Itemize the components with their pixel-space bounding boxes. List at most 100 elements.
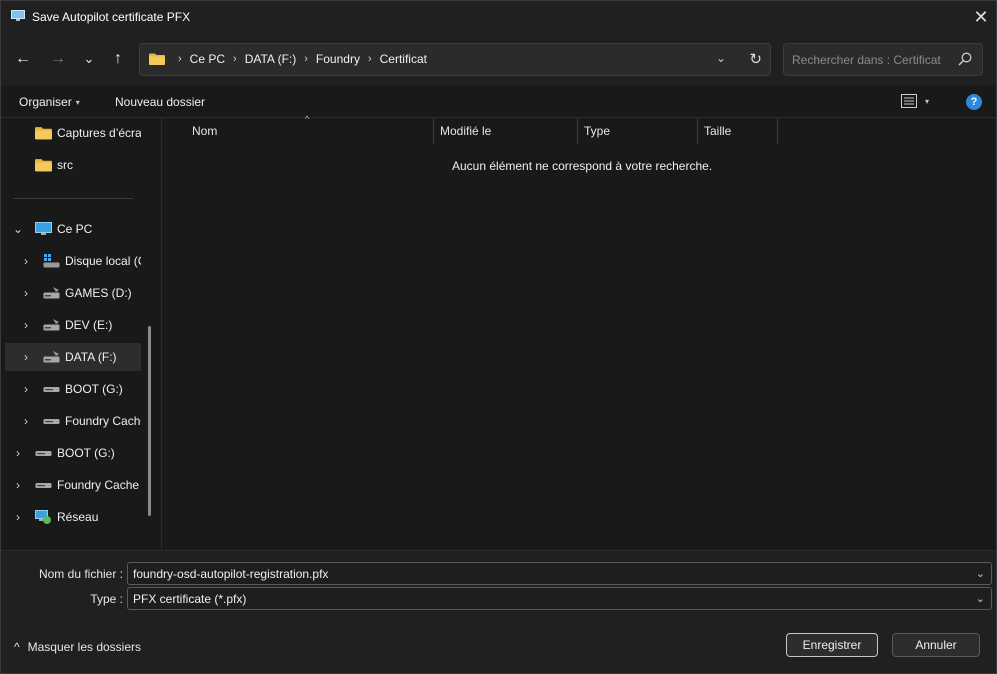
chevron-right-icon[interactable]: › [20,382,32,396]
column-header-name[interactable]: Nom [186,118,434,144]
refresh-button[interactable]: ↻ [749,50,762,68]
nav-item-label: GAMES (D:) [65,286,132,300]
hide-folders-label: Masquer les dossiers [27,640,142,654]
nav-item-label: Captures d’écran [57,126,141,140]
breadcrumb-separator: › [178,53,182,65]
chevron-right-icon[interactable]: › [20,350,32,364]
up-button[interactable]: ↑ [106,49,130,69]
nav-item-reseau[interactable]: › Réseau [1,503,141,531]
nav-item-dev[interactable]: › DEV (E:) [1,311,141,339]
chevron-right-icon[interactable]: › [12,478,24,492]
nav-item-boot[interactable]: › BOOT (G:) [1,375,141,403]
drive-icon [43,351,60,363]
nav-divider [13,198,133,199]
breadcrumb-separator[interactable]: › [233,53,237,65]
save-form: Nom du fichier : ⌄ Type : PFX certificat… [1,550,996,673]
command-bar: Organiser ▾ Nouveau dossier ▾ ? [1,86,996,118]
chevron-right-icon[interactable]: › [20,254,32,268]
nav-item-label: Ce PC [57,222,93,236]
back-button[interactable]: ← [11,49,35,69]
column-header-type[interactable]: Type [578,118,698,144]
column-header-modified[interactable]: Modifié le [434,118,578,144]
removable-drive-icon [43,419,60,424]
breadcrumb-separator[interactable]: › [368,53,372,65]
folder-icon [35,159,52,172]
column-header-size[interactable]: Taille [698,118,778,144]
file-list[interactable]: ^ Nom Modifié le Type Taille Aucun éléme… [161,114,996,550]
nav-item-data[interactable]: › DATA (F:) [5,343,141,371]
address-bar[interactable]: › Ce PC › DATA (F:) › Foundry › Certific… [139,43,771,76]
chevron-right-icon[interactable]: › [20,286,32,300]
chevron-right-icon[interactable]: › [20,414,32,428]
change-view-button[interactable]: ▾ [901,94,929,108]
address-history-dropdown[interactable]: ⌄ [716,51,726,65]
hide-folders-toggle[interactable]: ^ Masquer les dossiers [14,640,141,654]
folder-icon [149,53,165,65]
save-button[interactable]: Enregistrer [786,633,878,657]
nav-item-label: Disque local (C:) [65,254,141,268]
forward-button[interactable]: → [46,49,70,69]
pc-icon [35,222,52,235]
nav-item-foundry-cache-root[interactable]: › Foundry Cache [1,471,141,499]
list-view-icon [901,94,917,108]
nav-item-label: DEV (E:) [65,318,113,332]
chevron-down-icon[interactable]: ⌄ [976,567,985,580]
empty-message: Aucun élément ne correspond à votre rech… [452,159,713,173]
type-select[interactable]: PFX certificate (*.pfx) ⌄ [127,587,992,610]
nav-item-disque-local[interactable]: › Disque local (C:) [1,247,141,275]
nav-item-label: Foundry Cache [65,414,141,428]
save-dialog: Save Autopilot certificate PFX ✕ ← → ⌄ ↑… [0,0,997,674]
breadcrumb-ce-pc[interactable]: Ce PC [190,52,225,66]
new-folder-button[interactable]: Nouveau dossier [115,95,205,109]
chevron-down-icon[interactable]: ⌄ [12,222,24,236]
organize-menu[interactable]: Organiser ▾ [19,95,80,109]
search-input[interactable] [784,44,954,75]
removable-drive-icon [35,451,52,456]
nav-item-captures[interactable]: Captures d’écran [1,119,141,147]
cancel-button[interactable]: Annuler [892,633,980,657]
type-label: Type : [90,592,123,606]
breadcrumb-data-f[interactable]: DATA (F:) [245,52,297,66]
chevron-right-icon[interactable]: › [12,446,24,460]
nav-item-games[interactable]: › GAMES (D:) [1,279,141,307]
type-value: PFX certificate (*.pfx) [133,592,247,606]
search-box[interactable] [783,43,983,76]
nav-item-foundry-cache[interactable]: › Foundry Cache [1,407,141,435]
chevron-right-icon[interactable]: › [20,318,32,332]
address-row: ← → ⌄ ↑ › Ce PC › DATA (F:) › Foundry › … [1,33,996,86]
chevron-up-icon: ^ [14,640,20,654]
title-bar[interactable]: Save Autopilot certificate PFX ✕ [1,1,996,33]
navigation-pane[interactable]: Captures d’écran src ⌄ Ce PC › Disque lo… [1,118,158,550]
nav-item-boot-root[interactable]: › BOOT (G:) [1,439,141,467]
filename-label: Nom du fichier : [38,567,123,581]
nav-item-src[interactable]: src [1,151,141,179]
filename-combobox[interactable]: ⌄ [127,562,992,585]
nav-item-label: BOOT (G:) [57,446,115,460]
computer-icon [11,10,25,21]
breadcrumb-foundry[interactable]: Foundry [316,52,360,66]
folder-icon [35,127,52,140]
network-icon [35,510,51,524]
search-icon[interactable] [958,52,972,66]
caret-down-icon: ▾ [925,96,930,106]
breadcrumb-separator[interactable]: › [304,53,308,65]
organize-label: Organiser [19,95,72,109]
close-button[interactable]: ✕ [966,1,996,33]
filename-field[interactable] [128,563,948,584]
nav-item-label: BOOT (G:) [65,382,123,396]
chevron-down-icon[interactable]: ⌄ [976,592,985,605]
nav-item-ce-pc[interactable]: ⌄ Ce PC [1,215,141,243]
window-title: Save Autopilot certificate PFX [32,10,191,24]
help-button[interactable]: ? [966,94,982,110]
recent-locations-button[interactable]: ⌄ [77,49,101,69]
caret-down-icon: ▾ [75,98,80,107]
nav-scrollbar[interactable] [148,326,151,516]
chevron-right-icon[interactable]: › [12,510,24,524]
windows-drive-icon [43,254,60,268]
nav-item-label: Foundry Cache [57,478,140,492]
drive-icon [43,319,60,331]
nav-item-label: Réseau [57,510,99,524]
drive-icon [43,287,60,299]
removable-drive-icon [43,387,60,392]
breadcrumb-certificat[interactable]: Certificat [380,52,427,66]
